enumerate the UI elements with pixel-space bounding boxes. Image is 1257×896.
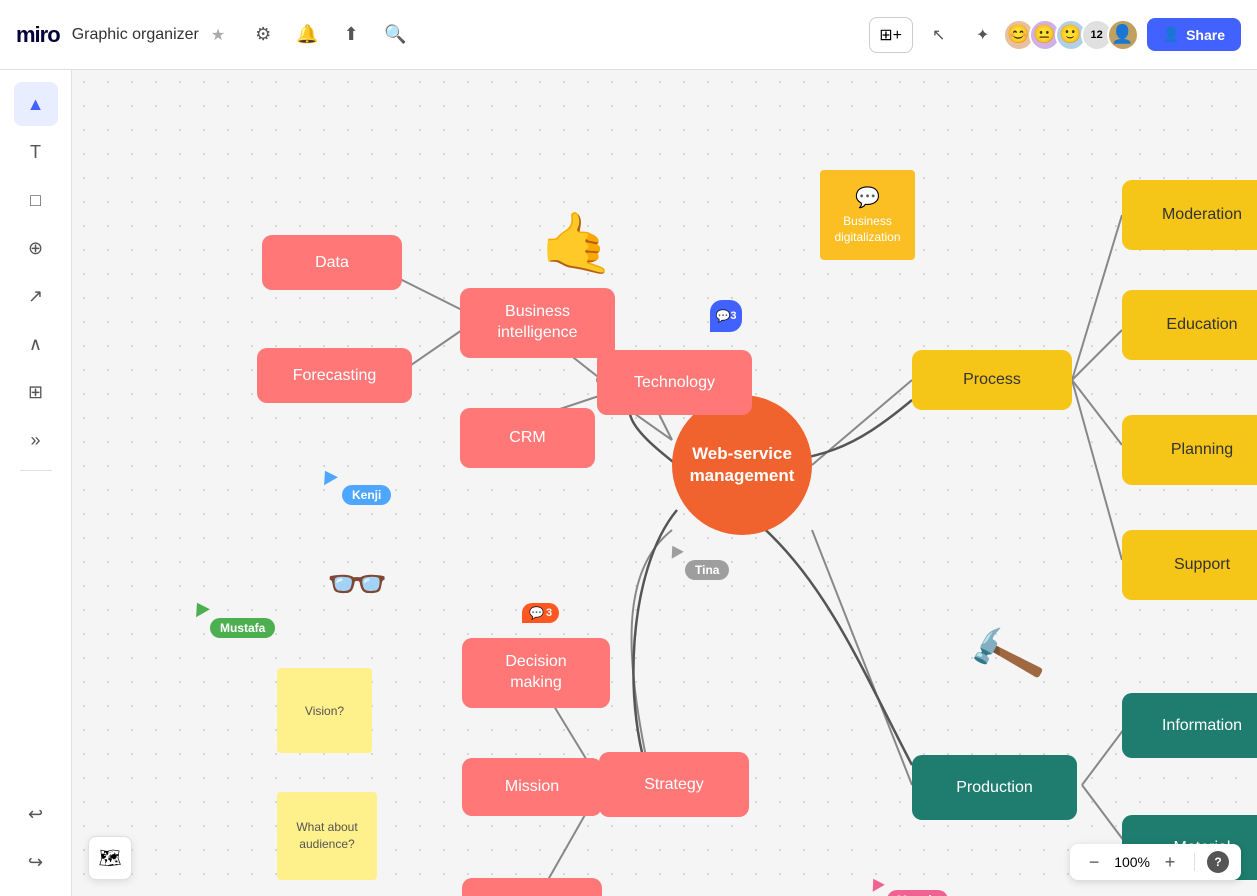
cursor-mustafa-icon	[190, 599, 210, 617]
zoom-level: 100%	[1114, 854, 1150, 870]
zoom-out-button[interactable]: −	[1082, 850, 1106, 874]
magic-tool-button[interactable]: ✦	[965, 17, 1001, 53]
line-tool[interactable]: ↗	[14, 274, 58, 318]
sticker-glasses: 👓	[326, 555, 388, 614]
node-process[interactable]: Process	[912, 350, 1072, 410]
search-icon[interactable]: 🔍	[377, 17, 413, 53]
shapes-tool[interactable]: ⊕	[14, 226, 58, 270]
board-title[interactable]: Graphic organizer	[72, 26, 199, 44]
node-business-intelligence[interactable]: Business intelligence	[460, 288, 615, 358]
sticky-tool[interactable]: □	[14, 178, 58, 222]
cursor-tina: Tina	[685, 560, 729, 580]
node-planning[interactable]: Planning	[1122, 415, 1257, 485]
cursor-maggie-icon	[867, 875, 885, 892]
cursor-tina-icon	[666, 542, 684, 559]
node-strategy[interactable]: Strategy	[599, 752, 749, 817]
collaborators-avatars: 😊 😐 🙂 12 👤	[1009, 19, 1139, 51]
header: miro Graphic organizer ★ ⚙ 🔔 ⬆ 🔍 ⊞+ ↖ ✦ …	[0, 0, 1257, 70]
node-data[interactable]: Data	[262, 235, 402, 290]
node-technology[interactable]: Technology	[597, 350, 752, 415]
undo-tool[interactable]: ↩	[14, 792, 58, 836]
upload-icon[interactable]: ⬆	[333, 17, 369, 53]
cursor-mustafa: Mustafa	[210, 618, 275, 638]
node-moderation[interactable]: Moderation	[1122, 180, 1257, 250]
settings-icon[interactable]: ⚙	[245, 17, 281, 53]
node-support[interactable]: Support	[1122, 530, 1257, 600]
help-button[interactable]: ?	[1207, 851, 1229, 873]
header-tools: ⚙ 🔔 ⬆ 🔍	[245, 17, 413, 53]
minimap-button[interactable]: 🗺	[88, 836, 132, 880]
logo: miro	[16, 22, 60, 48]
node-forecasting[interactable]: Forecasting	[257, 348, 412, 403]
avatar-me: 👤	[1107, 19, 1139, 51]
share-label: Share	[1186, 27, 1225, 43]
node-education[interactable]: Education	[1122, 290, 1257, 360]
sticky-business-digitalization[interactable]: 💬 Business digitalization	[820, 170, 915, 260]
zoom-bar: − 100% + ?	[1070, 844, 1241, 880]
sticker-hand: 🤙	[540, 208, 615, 279]
node-production[interactable]: Production	[912, 755, 1077, 820]
cursor-kenji: Kenji	[342, 485, 391, 505]
redo-tool[interactable]: ↪	[14, 840, 58, 884]
sticky-vision[interactable]: Vision?	[277, 668, 372, 753]
pointer-tool-button[interactable]: ↖	[921, 17, 957, 53]
zoom-in-button[interactable]: +	[1158, 850, 1182, 874]
node-center[interactable]: Web-service management	[672, 395, 812, 535]
node-mission[interactable]: Mission	[462, 758, 602, 816]
favorite-icon[interactable]: ★	[211, 25, 225, 45]
grid-view-button[interactable]: ⊞+	[869, 17, 913, 53]
node-information[interactable]: Information	[1122, 693, 1257, 758]
canvas[interactable]: Web-service management Process Moderatio…	[72, 70, 1257, 896]
sticky-audience[interactable]: What about audience?	[277, 792, 377, 880]
pen-tool[interactable]: ∧	[14, 322, 58, 366]
node-crm[interactable]: CRM	[460, 408, 595, 468]
left-toolbar: ▲ T □ ⊕ ↗ ∧ ⊞ » ↩ ↪	[0, 70, 72, 896]
divider	[1194, 853, 1195, 871]
more-tools[interactable]: »	[14, 418, 58, 462]
sticker-tool: 🔨	[963, 615, 1050, 700]
header-right: ⊞+ ↖ ✦ 😊 😐 🙂 12 👤 👤 Share	[869, 17, 1241, 53]
share-button[interactable]: 👤 Share	[1147, 18, 1241, 51]
node-market[interactable]: Market	[462, 878, 602, 896]
comment-badge-decision[interactable]: 💬 3	[522, 603, 559, 623]
frame-tool[interactable]: ⊞	[14, 370, 58, 414]
cursor-maggie: Maggie	[887, 890, 948, 896]
node-decision-making[interactable]: Decision making	[462, 638, 610, 708]
bell-icon[interactable]: 🔔	[289, 17, 325, 53]
text-tool[interactable]: T	[14, 130, 58, 174]
select-tool[interactable]: ▲	[14, 82, 58, 126]
cursor-kenji-icon	[318, 467, 338, 485]
comment-badge-technology[interactable]: 💬 3	[710, 300, 742, 332]
share-icon: 👤	[1163, 26, 1180, 43]
